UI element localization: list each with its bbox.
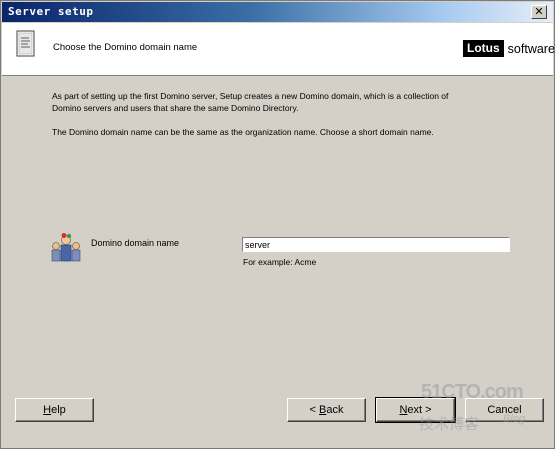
wizard-header: Choose the Domino domain name Lotus soft… (2, 23, 555, 76)
back-button[interactable]: < Back (287, 398, 366, 422)
back-label-rest: ack (326, 404, 344, 416)
help-label-rest: elp (51, 404, 66, 416)
example-hint: For example: Acme (243, 257, 317, 267)
document-icon (16, 30, 35, 57)
close-button[interactable]: ✕ (531, 5, 547, 19)
window-title: Server setup (8, 5, 94, 18)
cancel-button[interactable]: Cancel (465, 398, 544, 422)
title-bar[interactable]: Server setup ✕ (2, 2, 553, 22)
next-button[interactable]: Next > (375, 397, 456, 423)
next-label-rest: ext > (407, 404, 432, 416)
domain-name-label: Domino domain name (91, 238, 180, 248)
back-prefix: < (309, 404, 319, 416)
help-button[interactable]: Help (15, 398, 94, 422)
logo-brand: Lotus (463, 40, 504, 57)
server-setup-dialog: Server setup ✕ Choose the Domino domain … (0, 0, 555, 449)
logo-suffix: software (507, 41, 555, 56)
description-line-2: Domino servers and users that share the … (52, 103, 299, 113)
description-line-1: As part of setting up the first Domino s… (52, 91, 449, 101)
users-group-icon (51, 233, 81, 262)
domain-name-input[interactable] (242, 237, 510, 252)
lotus-software-logo: Lotus software (463, 40, 555, 57)
description-paragraph-2: The Domino domain name can be the same a… (52, 127, 434, 137)
page-title: Choose the Domino domain name (53, 42, 198, 53)
help-accel: H (43, 404, 52, 416)
